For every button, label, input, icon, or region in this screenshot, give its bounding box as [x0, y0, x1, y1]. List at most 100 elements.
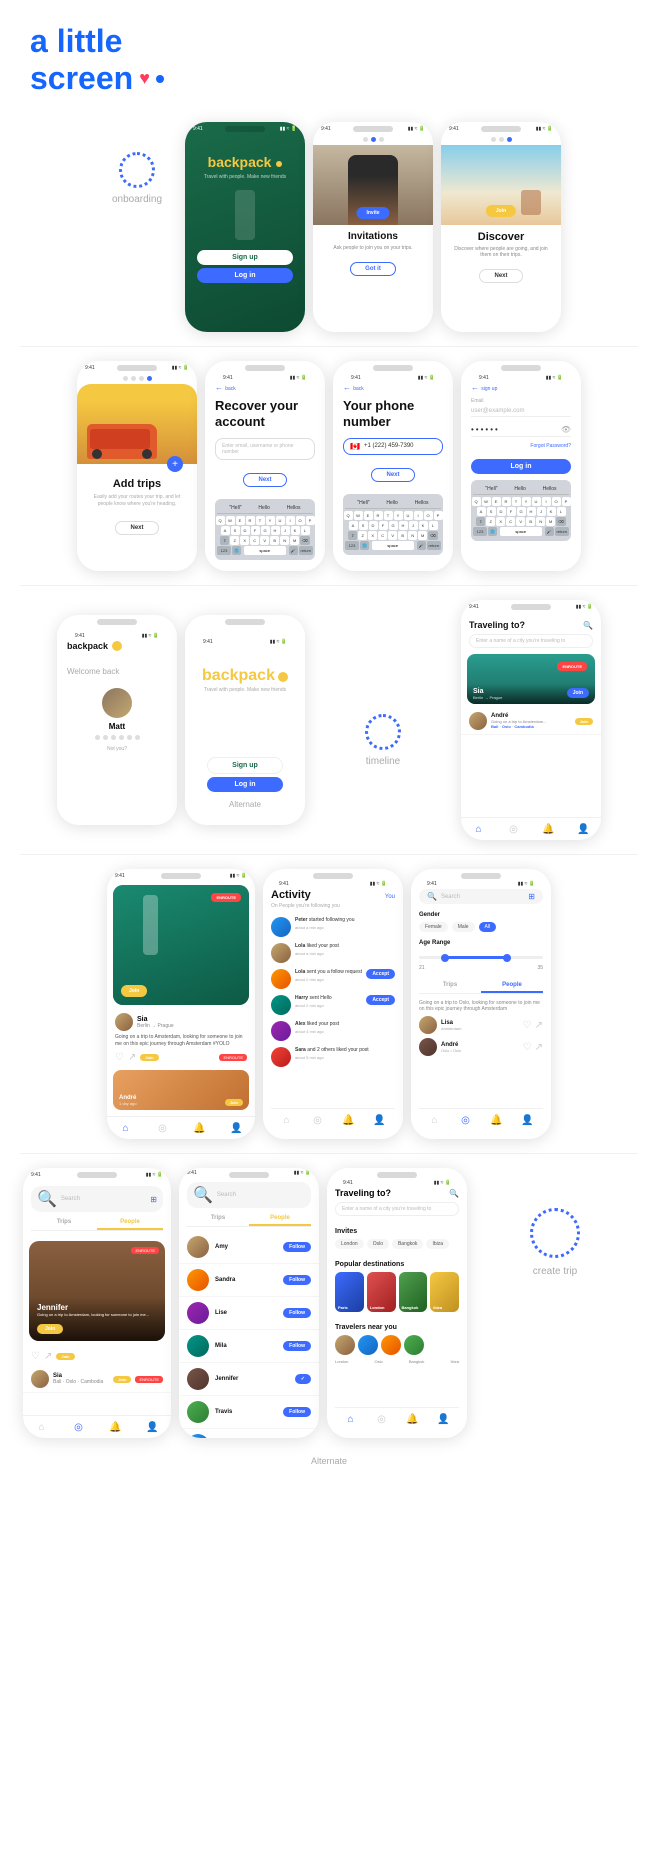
chip-male[interactable]: Male [452, 922, 475, 932]
chip-all[interactable]: All [479, 922, 497, 932]
recover-input[interactable]: Enter email, username or phone number [215, 438, 315, 460]
follow-button-amy[interactable]: Follow [283, 1242, 311, 1252]
signup-button[interactable]: Sign up [197, 250, 293, 265]
not-you-link[interactable]: Not you? [67, 746, 167, 752]
forgot-password-link[interactable]: Forgot Password? [471, 443, 571, 449]
search-icon-2[interactable]: 🔍 [449, 1189, 459, 1198]
follow-done-jennifer[interactable]: ✓ [295, 1374, 311, 1384]
search-icon[interactable]: 🔍 [583, 621, 593, 630]
follow-button-mila[interactable]: Follow [283, 1341, 311, 1351]
join-button[interactable]: Join [140, 1054, 158, 1061]
join-button[interactable]: Join [567, 688, 589, 698]
email-field[interactable]: user@example.com [471, 406, 571, 417]
share-button[interactable]: ↗ [128, 1052, 136, 1063]
accept-button[interactable]: Accept [366, 969, 395, 979]
divider-3 [20, 854, 638, 855]
activity-time-3: about 2 min ago [295, 977, 362, 982]
follow-button-travis[interactable]: Follow [283, 1407, 311, 1417]
section-label-onboarding: onboarding [97, 122, 177, 205]
nav-search[interactable]: ◎ [72, 1420, 86, 1434]
tab-trips[interactable]: Trips [31, 1216, 97, 1230]
login-button[interactable]: Log in [471, 459, 571, 474]
nav-home[interactable]: ⌂ [472, 822, 486, 836]
chip-female[interactable]: Female [419, 922, 448, 932]
nav-person[interactable]: 👤 [577, 822, 591, 836]
next-button[interactable]: Next [479, 269, 522, 283]
filter-icon[interactable]: ⊞ [150, 1195, 157, 1204]
nav-home[interactable]: ⌂ [35, 1420, 49, 1434]
next-button[interactable]: Next [115, 521, 158, 535]
join-button[interactable]: Join [37, 1324, 63, 1334]
back-button[interactable]: ← back [215, 383, 315, 392]
nav-search[interactable]: ◎ [375, 1412, 389, 1426]
password-field[interactable]: •••••• 👁 [471, 423, 571, 437]
nav-home[interactable]: ⌂ [344, 1412, 358, 1426]
nav-home[interactable]: ⌂ [280, 1113, 294, 1127]
login-button[interactable]: Log in [197, 268, 293, 283]
nav-search[interactable]: ◎ [156, 1121, 170, 1135]
follow-button-lise[interactable]: Follow [283, 1308, 311, 1318]
nav-bell[interactable]: 🔔 [342, 1113, 356, 1127]
travel-search-input[interactable]: Enter a name of a city you're traveling … [469, 634, 593, 648]
nav-bell[interactable]: 🔔 [490, 1113, 504, 1127]
nav-person[interactable]: 👤 [373, 1113, 387, 1127]
nav-person[interactable]: 👤 [437, 1412, 451, 1426]
nav-home[interactable]: ⌂ [119, 1121, 133, 1135]
accept-button-2[interactable]: Accept [366, 995, 395, 1005]
tab-trips-2[interactable]: Trips [187, 1212, 249, 1226]
travel-placeholder[interactable]: Enter a name of a city you're traveling … [335, 1202, 459, 1216]
back-button[interactable]: ← sign up [471, 383, 571, 392]
nav-search[interactable]: ◎ [311, 1113, 325, 1127]
share-icon-1[interactable]: ↗ [535, 1020, 543, 1031]
join-chip[interactable]: Join [575, 718, 593, 725]
activity-time: about a min ago [295, 925, 395, 930]
age-range-slider[interactable]: 21 35 [419, 950, 543, 971]
people-search-bar[interactable]: 🔍 Search ⊞ [31, 1186, 163, 1212]
join-chip-2[interactable]: Join [225, 1099, 243, 1106]
invite-chip-bangkok[interactable]: Bangkok [392, 1239, 423, 1249]
join-chip[interactable]: Join [56, 1353, 74, 1360]
nav-bell[interactable]: 🔔 [193, 1121, 207, 1135]
slider-thumb-left[interactable] [441, 954, 449, 962]
nav-search[interactable]: ◎ [459, 1113, 473, 1127]
heart-icon-2[interactable]: ♡ [523, 1042, 532, 1053]
phone-number-input[interactable]: 🇨🇦 +1 (222) 459-7390 [343, 438, 443, 455]
invite-chip-ibiza[interactable]: Ibiza [426, 1239, 449, 1249]
nav-bell[interactable]: 🔔 [109, 1420, 123, 1434]
nav-bell[interactable]: 🔔 [406, 1412, 420, 1426]
back-button[interactable]: ← back [343, 383, 443, 392]
signup-button[interactable]: Sign up [207, 757, 283, 774]
invite-chip-oslo[interactable]: Oslo [367, 1239, 389, 1249]
heart-button[interactable]: ♡ [31, 1351, 40, 1362]
tab-people[interactable]: People [481, 979, 543, 993]
join-chip[interactable]: Join [121, 985, 147, 997]
nav-person[interactable]: 👤 [521, 1113, 535, 1127]
slider-thumb-right[interactable] [503, 954, 511, 962]
next-button[interactable]: Next [243, 473, 286, 487]
tab-trips[interactable]: Trips [419, 979, 481, 993]
tab-people-2[interactable]: People [249, 1212, 311, 1226]
nav-search[interactable]: ◎ [507, 822, 521, 836]
nav-bell[interactable]: 🔔 [542, 822, 556, 836]
invite-chip-london[interactable]: London [335, 1239, 364, 1249]
next-button[interactable]: Next [371, 468, 414, 482]
create-trip-label[interactable]: create trip [533, 1266, 577, 1277]
filter-icon[interactable]: ⊞ [528, 892, 535, 901]
heart-icon-1[interactable]: ♡ [523, 1020, 532, 1031]
search-bar[interactable]: 🔍 Search [187, 1182, 311, 1208]
join-button[interactable]: Join [486, 205, 516, 217]
heart-button[interactable]: ♡ [115, 1052, 124, 1063]
nav-home[interactable]: ⌂ [428, 1113, 442, 1127]
join-chip-small[interactable]: Join [113, 1376, 131, 1383]
nav-person[interactable]: 👤 [230, 1121, 244, 1135]
activity-item-3: Lola sent you a follow request about 2 m… [271, 969, 395, 989]
search-bar[interactable]: 🔍 Search ⊞ [419, 889, 543, 904]
nav-person[interactable]: 👤 [146, 1420, 160, 1434]
tab-people[interactable]: People [97, 1216, 163, 1230]
share-icon-2[interactable]: ↗ [535, 1042, 543, 1053]
follow-button-sandra[interactable]: Follow [283, 1275, 311, 1285]
got-it-button[interactable]: Got it [350, 262, 396, 276]
login-button[interactable]: Log in [207, 777, 283, 792]
share-button[interactable]: ↗ [44, 1351, 52, 1362]
invite-button[interactable]: Invite [356, 207, 389, 219]
